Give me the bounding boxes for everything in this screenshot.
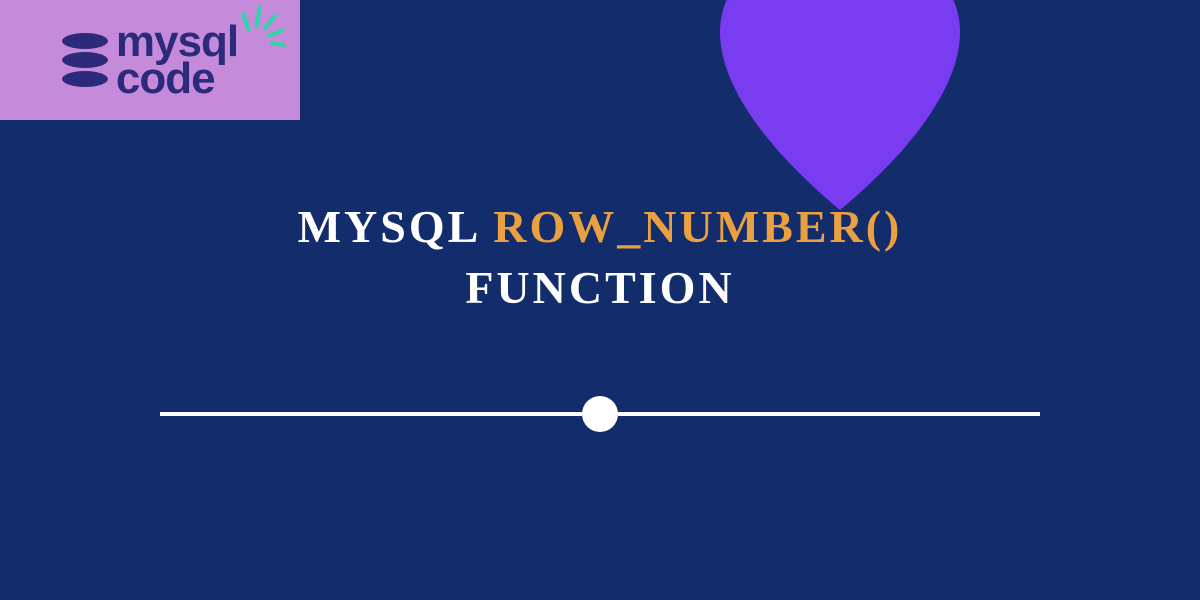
title-word-rownumber: ROW_NUMBER() bbox=[493, 201, 902, 252]
title-line-1: MYSQL ROW_NUMBER() bbox=[0, 200, 1200, 253]
page-title: MYSQL ROW_NUMBER() FUNCTION bbox=[0, 200, 1200, 314]
divider-bar-left bbox=[160, 412, 582, 416]
heart-decoration bbox=[680, 0, 1000, 220]
logo-word-code: code bbox=[116, 60, 238, 97]
logo-badge: mysql code bbox=[0, 0, 300, 120]
database-icon bbox=[62, 33, 108, 87]
divider bbox=[160, 396, 1040, 432]
burst-icon bbox=[234, 6, 282, 54]
logo-text: mysql code bbox=[116, 23, 238, 98]
title-line-2: FUNCTION bbox=[0, 261, 1200, 314]
divider-bar-right bbox=[618, 412, 1040, 416]
title-word-mysql: MYSQL bbox=[298, 201, 479, 252]
divider-dot-icon bbox=[582, 396, 618, 432]
